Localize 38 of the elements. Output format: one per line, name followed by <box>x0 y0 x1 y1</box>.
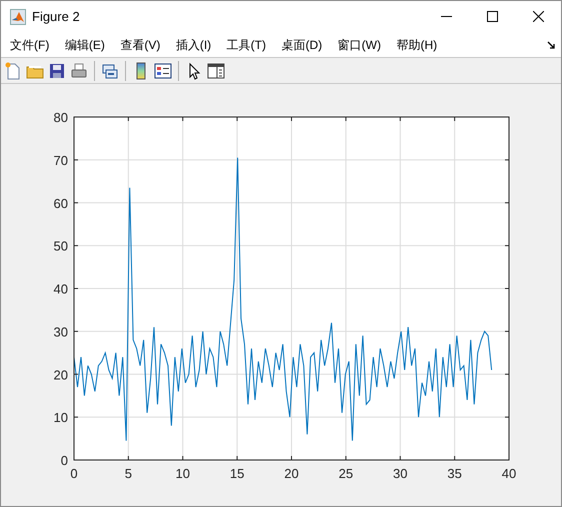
menu-item[interactable]: 编辑(E) <box>60 36 110 54</box>
menu-item[interactable]: 查看(V) <box>115 36 166 54</box>
linked-windows-icon[interactable] <box>101 62 119 80</box>
maximize-icon <box>486 11 498 22</box>
new-file-icon[interactable] <box>4 62 22 80</box>
tick-label: 80 <box>54 110 68 125</box>
close-icon <box>532 11 544 22</box>
window-title: Figure 2 <box>32 8 80 26</box>
tick-label: 20 <box>54 367 68 382</box>
menu-item[interactable]: 文件(F) <box>5 36 54 54</box>
tick-label: 35 <box>447 466 462 481</box>
tick-label: 10 <box>54 410 68 426</box>
menu-item[interactable]: 窗口(W) <box>332 36 386 54</box>
tick-label: 60 <box>54 196 68 211</box>
minimize-icon <box>440 16 452 17</box>
app-logo-icon <box>10 8 26 24</box>
menu-item[interactable]: 桌面(D) <box>276 36 328 54</box>
tick-label: 0 <box>70 466 78 481</box>
dock-arrow-icon[interactable] <box>547 40 555 48</box>
tick-label: 20 <box>284 466 299 481</box>
tick-label: 0 <box>60 453 68 468</box>
menu-item[interactable]: 插入(I) <box>170 36 216 54</box>
tick-label: 10 <box>176 466 190 481</box>
tick-label: 15 <box>230 466 244 481</box>
property-panel-icon[interactable] <box>207 62 225 80</box>
legend-icon[interactable] <box>154 62 172 80</box>
tick-label: 50 <box>54 238 68 254</box>
tick-label: 30 <box>393 466 408 481</box>
menu-item[interactable]: 帮助(H) <box>391 36 442 54</box>
tick-label: 30 <box>54 324 68 340</box>
tick-label: 25 <box>338 466 354 481</box>
printer-icon[interactable] <box>70 62 88 80</box>
tick-label: 70 <box>54 152 68 168</box>
menu-item[interactable]: 工具(T) <box>222 36 271 54</box>
tick-label: 40 <box>502 466 516 481</box>
tick-label: 40 <box>54 282 68 296</box>
tick-label: 5 <box>124 466 132 481</box>
save-icon[interactable] <box>48 62 66 80</box>
